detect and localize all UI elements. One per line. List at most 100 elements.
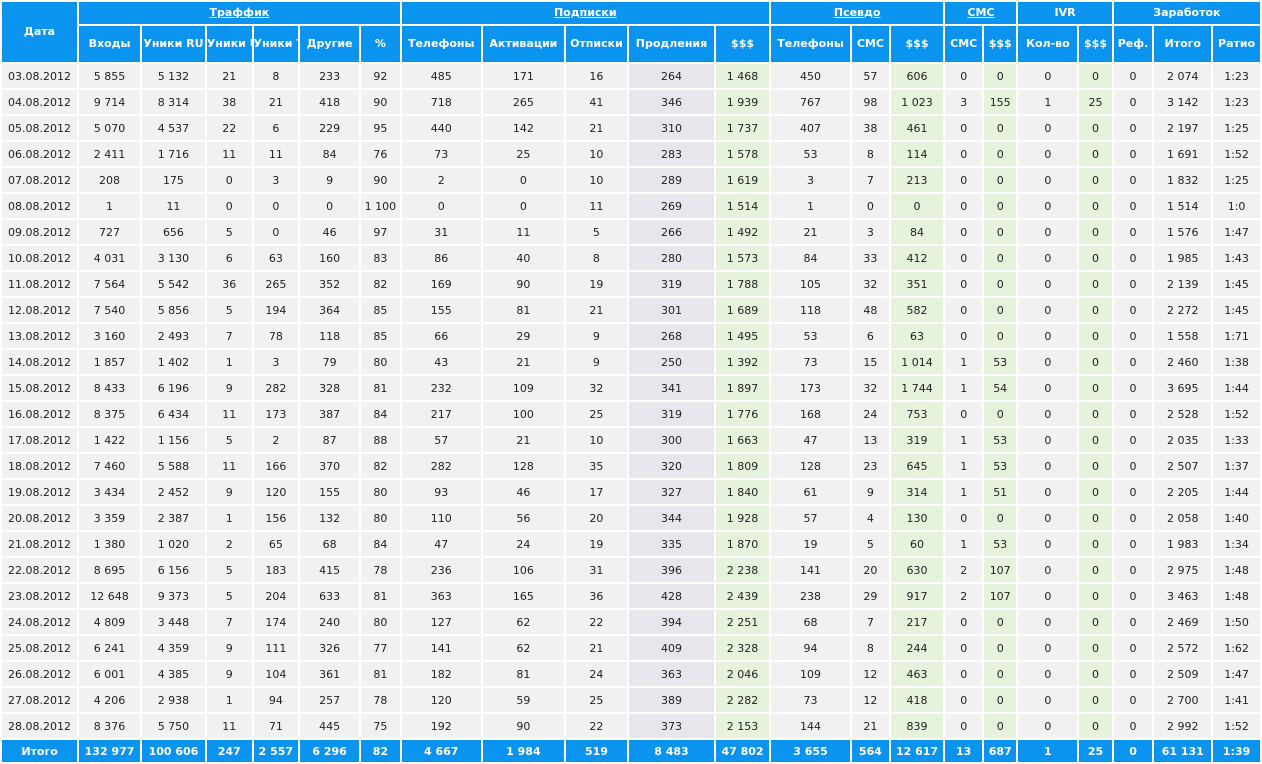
cell-link[interactable]: 17 bbox=[589, 486, 603, 499]
cell-link[interactable]: 19 bbox=[589, 278, 603, 291]
cell-link[interactable]: 0 bbox=[1044, 642, 1051, 655]
group-header-sms[interactable]: СМС bbox=[945, 2, 1017, 24]
cell-link[interactable]: 718 bbox=[431, 96, 452, 109]
cell-link[interactable]: 8 bbox=[867, 148, 874, 161]
cell-link[interactable]: 0 bbox=[1044, 460, 1051, 473]
cell-link[interactable]: 46 bbox=[516, 486, 530, 499]
cell-link[interactable]: 407 bbox=[800, 122, 821, 135]
cell-link[interactable]: 48 bbox=[863, 304, 877, 317]
cell-link[interactable]: 120 bbox=[431, 694, 452, 707]
cell-link[interactable]: 5 bbox=[593, 226, 600, 239]
cell-link[interactable]: 0 bbox=[520, 200, 527, 213]
cell-link[interactable]: 0 bbox=[960, 174, 967, 187]
cell-link[interactable]: 36 bbox=[589, 590, 603, 603]
cell-link[interactable]: 0 bbox=[1044, 590, 1051, 603]
cell-link[interactable]: 109 bbox=[513, 382, 534, 395]
cell-link[interactable]: 0 bbox=[1044, 148, 1051, 161]
cell-link[interactable]: 155 bbox=[431, 304, 452, 317]
cell-link[interactable]: 0 bbox=[1044, 564, 1051, 577]
cell-link[interactable]: 232 bbox=[431, 382, 452, 395]
cell-link[interactable]: 128 bbox=[800, 460, 821, 473]
cell-link[interactable]: 0 bbox=[960, 252, 967, 265]
cell-link[interactable]: 22 bbox=[589, 616, 603, 629]
cell-link[interactable]: 62 bbox=[516, 616, 530, 629]
cell-link[interactable]: 265 bbox=[513, 96, 534, 109]
group-header-pseudo[interactable]: Псевдо bbox=[770, 2, 944, 24]
cell-link[interactable]: 3 bbox=[867, 226, 874, 239]
cell-link[interactable]: 8 bbox=[867, 642, 874, 655]
cell-link[interactable]: 98 bbox=[863, 96, 877, 109]
cell-link[interactable]: 12 bbox=[863, 668, 877, 681]
cell-link[interactable]: 21 bbox=[863, 720, 877, 733]
cell-link[interactable]: 118 bbox=[800, 304, 821, 317]
cell-link[interactable]: 1 bbox=[1044, 96, 1051, 109]
cell-link[interactable]: 0 bbox=[960, 70, 967, 83]
cell-link[interactable]: 0 bbox=[1044, 512, 1051, 525]
cell-link[interactable]: 0 bbox=[1044, 122, 1051, 135]
cell-link[interactable]: 0 bbox=[1044, 382, 1051, 395]
group-link-sms[interactable]: СМС bbox=[967, 6, 994, 19]
cell-link[interactable]: 0 bbox=[1044, 174, 1051, 187]
cell-link[interactable]: 0 bbox=[960, 720, 967, 733]
cell-link[interactable]: 84 bbox=[804, 252, 818, 265]
group-link-pseudo[interactable]: Псевдо bbox=[834, 6, 881, 19]
cell-link[interactable]: 169 bbox=[431, 278, 452, 291]
cell-link[interactable]: 22 bbox=[589, 720, 603, 733]
cell-link[interactable]: 24 bbox=[516, 538, 530, 551]
cell-link[interactable]: 25 bbox=[589, 694, 603, 707]
cell-link[interactable]: 31 bbox=[589, 564, 603, 577]
cell-link[interactable]: 12 bbox=[863, 694, 877, 707]
cell-link[interactable]: 0 bbox=[1044, 616, 1051, 629]
cell-link[interactable]: 0 bbox=[960, 408, 967, 421]
cell-link[interactable]: 9 bbox=[867, 486, 874, 499]
cell-link[interactable]: 0 bbox=[960, 512, 967, 525]
cell-link[interactable]: 2 bbox=[960, 564, 967, 577]
cell-link[interactable]: 0 bbox=[960, 694, 967, 707]
cell-link[interactable]: 0 bbox=[1044, 330, 1051, 343]
cell-link[interactable]: 10 bbox=[589, 434, 603, 447]
cell-link[interactable]: 90 bbox=[516, 278, 530, 291]
cell-link[interactable]: 29 bbox=[516, 330, 530, 343]
cell-link[interactable]: 141 bbox=[431, 642, 452, 655]
cell-link[interactable]: 0 bbox=[520, 174, 527, 187]
cell-link[interactable]: 32 bbox=[589, 382, 603, 395]
cell-link[interactable]: 0 bbox=[1044, 408, 1051, 421]
cell-link[interactable]: 61 bbox=[804, 486, 818, 499]
cell-link[interactable]: 7 bbox=[867, 616, 874, 629]
cell-link[interactable]: 32 bbox=[863, 382, 877, 395]
cell-link[interactable]: 81 bbox=[516, 304, 530, 317]
cell-link[interactable]: 0 bbox=[1044, 434, 1051, 447]
cell-link[interactable]: 7 bbox=[867, 174, 874, 187]
cell-link[interactable]: 182 bbox=[431, 668, 452, 681]
cell-link[interactable]: 0 bbox=[1044, 252, 1051, 265]
cell-link[interactable]: 0 bbox=[960, 330, 967, 343]
cell-link[interactable]: 0 bbox=[960, 616, 967, 629]
cell-link[interactable]: 93 bbox=[434, 486, 448, 499]
cell-link[interactable]: 282 bbox=[431, 460, 452, 473]
cell-link[interactable]: 13 bbox=[863, 434, 877, 447]
cell-link[interactable]: 41 bbox=[589, 96, 603, 109]
cell-link[interactable]: 3 bbox=[807, 174, 814, 187]
cell-link[interactable]: 11 bbox=[589, 200, 603, 213]
cell-link[interactable]: 73 bbox=[804, 356, 818, 369]
cell-link[interactable]: 20 bbox=[863, 564, 877, 577]
cell-link[interactable]: 8 bbox=[593, 252, 600, 265]
cell-link[interactable]: 1 bbox=[807, 200, 814, 213]
cell-link[interactable]: 66 bbox=[434, 330, 448, 343]
cell-link[interactable]: 16 bbox=[589, 70, 603, 83]
cell-link[interactable]: 0 bbox=[960, 278, 967, 291]
cell-link[interactable]: 1 bbox=[960, 382, 967, 395]
cell-link[interactable]: 168 bbox=[800, 408, 821, 421]
cell-link[interactable]: 0 bbox=[960, 304, 967, 317]
group-header-subscriptions[interactable]: Подписки bbox=[401, 2, 769, 24]
cell-link[interactable]: 0 bbox=[1044, 538, 1051, 551]
cell-link[interactable]: 238 bbox=[800, 590, 821, 603]
cell-link[interactable]: 21 bbox=[589, 122, 603, 135]
group-link-subscriptions[interactable]: Подписки bbox=[554, 6, 617, 19]
cell-link[interactable]: 24 bbox=[863, 408, 877, 421]
cell-link[interactable]: 0 bbox=[1044, 200, 1051, 213]
cell-link[interactable]: 1 bbox=[960, 538, 967, 551]
cell-link[interactable]: 10 bbox=[589, 148, 603, 161]
cell-link[interactable]: 19 bbox=[804, 538, 818, 551]
cell-link[interactable]: 0 bbox=[1044, 668, 1051, 681]
